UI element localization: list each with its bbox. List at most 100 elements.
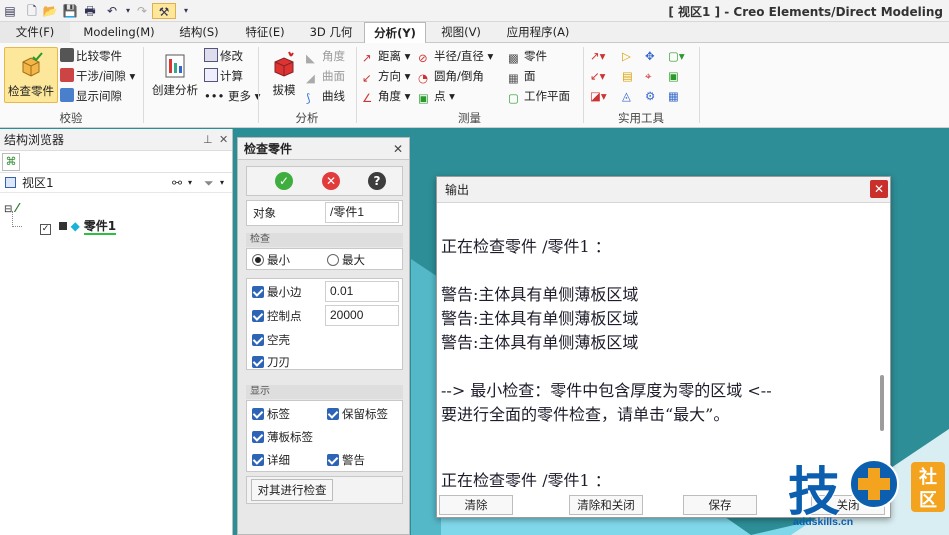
- group-label-analysis: 分析: [295, 111, 319, 125]
- tab-modeling[interactable]: Modeling(M): [74, 22, 164, 43]
- binoculars-icon[interactable]: ⚯: [172, 173, 182, 193]
- detail-checkbox[interactable]: [252, 454, 264, 466]
- utility-triangle-button[interactable]: ◬: [622, 87, 631, 105]
- close-icon[interactable]: ✕: [219, 129, 228, 151]
- quick-access-dropdown-icon[interactable]: ▾: [178, 3, 194, 19]
- compare-part-button[interactable]: 比较零件: [60, 47, 122, 65]
- measure-distance-button[interactable]: ↗ 距离 ▾: [362, 47, 410, 65]
- box-icon: ▢▾: [668, 49, 685, 63]
- tab-feature[interactable]: 特征(E): [234, 22, 296, 43]
- keep-tag-checkbox[interactable]: [327, 408, 339, 420]
- measure-angle-button[interactable]: ∠ 角度 ▾: [362, 87, 410, 105]
- measure-part-button[interactable]: ▩ 零件: [508, 47, 547, 65]
- control-points-checkbox[interactable]: [252, 310, 264, 322]
- tab-3d-geometry[interactable]: 3D 几何: [300, 22, 362, 43]
- check-part-header: 检查零件 ✕: [238, 138, 409, 160]
- close-icon[interactable]: ✕: [393, 138, 403, 160]
- max-radio[interactable]: [327, 254, 339, 266]
- utility-reference-button[interactable]: ⌖: [645, 67, 651, 85]
- help-icon[interactable]: ?: [368, 172, 386, 190]
- tree-item-part1[interactable]: ✓ ◆ 零件1: [40, 217, 117, 235]
- new-file-icon[interactable]: 🗋: [24, 3, 40, 19]
- filter-icon[interactable]: ⏷: [204, 173, 214, 193]
- min-edge-field[interactable]: 0.01: [325, 281, 399, 302]
- undo-icon[interactable]: ↶: [104, 3, 120, 19]
- clear-close-button[interactable]: 清除和关闭: [569, 495, 643, 515]
- viewport-selector[interactable]: 视区1 ⚯ ▾ ⏷ ▾: [0, 173, 232, 193]
- utility-palette-button[interactable]: ▣: [668, 67, 679, 85]
- run-check-button[interactable]: 对其进行检查: [251, 479, 333, 501]
- output-header: 输出 ✕: [437, 177, 890, 203]
- utility-calculator-button[interactable]: ▦: [668, 87, 679, 105]
- viewport-label: 视区1: [22, 176, 54, 190]
- modify-button[interactable]: 修改: [204, 47, 243, 65]
- measure-radius-button[interactable]: ⊘ 半径/直径 ▾: [418, 47, 493, 65]
- measure-fillet-button[interactable]: ◔ 圆角/倒角: [418, 67, 484, 85]
- triangle-icon: ◬: [622, 89, 631, 103]
- interference-button[interactable]: 干涉/间隙 ▾: [60, 67, 135, 85]
- utility-direction-button[interactable]: ↙▾: [590, 67, 605, 85]
- object-field[interactable]: /零件1: [325, 202, 399, 223]
- more-label: 更多: [228, 89, 252, 103]
- tab-structure[interactable]: 结构(S): [168, 22, 230, 43]
- part-visibility-checkbox[interactable]: ✓: [40, 224, 51, 235]
- hollow-checkbox[interactable]: [252, 334, 264, 346]
- save-icon[interactable]: 💾: [62, 3, 78, 19]
- document-icon: ▤: [622, 69, 633, 83]
- create-analysis-button[interactable]: 创建分析: [148, 47, 202, 103]
- utility-settings-button[interactable]: ⚙: [645, 87, 655, 105]
- watermark-badge-top: 社: [919, 466, 937, 488]
- axis-icon: ↗▾: [590, 49, 606, 63]
- close-icon[interactable]: ✕: [870, 180, 888, 198]
- cancel-icon[interactable]: ✕: [322, 172, 340, 190]
- redo-icon[interactable]: ↷: [134, 3, 150, 19]
- draft-button[interactable]: 拔模: [263, 47, 305, 103]
- pin-icon[interactable]: ⊥: [203, 129, 213, 151]
- tag-checkbox[interactable]: [252, 408, 264, 420]
- check-part-button[interactable]: 检查零件: [4, 47, 58, 103]
- control-points-field[interactable]: 20000: [325, 305, 399, 326]
- filter-dropdown-icon[interactable]: ▾: [220, 173, 224, 193]
- utility-axis-button[interactable]: ↗▾: [590, 47, 605, 65]
- group-separator: [143, 47, 144, 123]
- output-scrollbar[interactable]: [880, 375, 884, 431]
- tab-applications[interactable]: 应用程序(A): [496, 22, 580, 43]
- min-edge-checkbox[interactable]: [252, 286, 264, 298]
- measure-workplane-button[interactable]: ▢ 工作平面: [508, 87, 570, 105]
- save-button[interactable]: 保存: [683, 495, 757, 515]
- warning-checkbox[interactable]: [327, 454, 339, 466]
- clear-button[interactable]: 清除: [439, 495, 513, 515]
- title-bar: ▤ 🗋 📂 💾 🖶 ↶ ▾ ↷ ⚒ ▾ [ 视区1 ] - Creo Eleme…: [0, 0, 949, 22]
- utility-pointer-button[interactable]: ▷: [622, 47, 631, 65]
- more-button[interactable]: ••• 更多 ▾: [204, 87, 260, 105]
- measure-point-button[interactable]: ▣ 点 ▾: [418, 87, 455, 105]
- tab-analysis[interactable]: 分析(Y): [364, 22, 426, 44]
- thin-tag-checkbox[interactable]: [252, 431, 264, 443]
- utility-frame-button[interactable]: ◪▾: [590, 87, 607, 105]
- part-icon: ▩: [508, 51, 519, 65]
- utility-box-button[interactable]: ▢▾: [668, 47, 685, 65]
- measure-direction-button[interactable]: ↙ 方向 ▾: [362, 67, 410, 85]
- blade-checkbox[interactable]: [252, 356, 264, 368]
- search-dropdown-icon[interactable]: ▾: [188, 173, 192, 193]
- curve-analysis-button[interactable]: ⟆ 曲线: [306, 87, 345, 105]
- utility-doc-button[interactable]: ▤: [622, 67, 633, 85]
- min-radio[interactable]: [252, 254, 264, 266]
- show-clearance-button[interactable]: 显示间隙: [60, 87, 122, 105]
- app-menu-icon[interactable]: ▤: [2, 3, 18, 19]
- measure-face-button[interactable]: ▦ 面: [508, 67, 536, 85]
- tab-file[interactable]: 文件(F): [0, 22, 70, 43]
- tree-view-icon[interactable]: ⌘: [2, 153, 20, 171]
- angle-analysis-button[interactable]: ◣ 角度: [306, 47, 345, 65]
- open-folder-icon[interactable]: 📂: [42, 3, 58, 19]
- utility-snap-button[interactable]: ✥: [645, 47, 655, 65]
- calculate-button[interactable]: 计算: [204, 67, 243, 85]
- tab-view[interactable]: 视图(V): [430, 22, 492, 43]
- customize-toolbar-icon[interactable]: ⚒: [152, 3, 176, 19]
- confirm-icon[interactable]: ✓: [275, 172, 293, 190]
- angle-analysis-label: 角度: [322, 49, 345, 63]
- output-text-area[interactable]: 正在检查零件 /零件1 ： 警告:主体具有单侧薄板区域 警告:主体具有单侧薄板区…: [441, 205, 869, 487]
- print-preview-icon[interactable]: 🖶: [82, 3, 98, 19]
- tag-label: 标签: [267, 407, 290, 421]
- surface-analysis-button[interactable]: ◢ 曲面: [306, 67, 345, 85]
